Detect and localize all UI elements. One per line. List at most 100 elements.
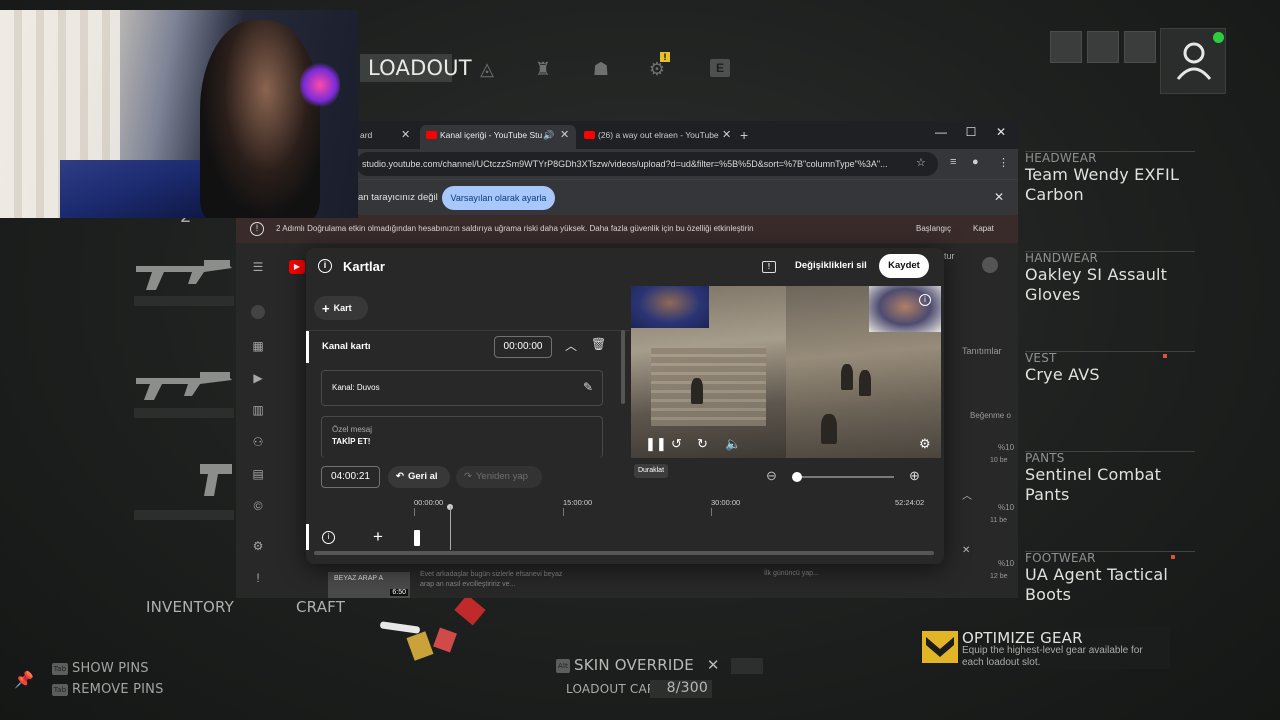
- close-window-button[interactable]: ✕: [986, 125, 1016, 139]
- analytics-icon[interactable]: ▥: [251, 403, 265, 417]
- undo-button[interactable]: ↶ Geri al: [388, 466, 450, 488]
- zoom-slider-track[interactable]: [796, 476, 894, 478]
- add-card-plus-icon[interactable]: +: [373, 527, 383, 547]
- timeline-scrollbar[interactable]: [314, 551, 934, 555]
- community-icon[interactable]: ⚇: [251, 435, 265, 449]
- browser-tab[interactable]: (26) a way out elraen - YouTube ✕: [578, 125, 736, 149]
- pistol-icon[interactable]: [196, 456, 236, 504]
- add-card-button[interactable]: + Kart: [314, 296, 368, 320]
- online-status-dot: [1213, 32, 1224, 43]
- account-avatar[interactable]: [982, 257, 998, 273]
- new-tab-button[interactable]: +: [736, 125, 756, 149]
- trash-icon[interactable]: 🗑: [591, 337, 606, 351]
- dashboard-icon[interactable]: ▦: [251, 339, 265, 353]
- character-icon[interactable]: ☗: [590, 58, 612, 80]
- rifle-icon[interactable]: [134, 360, 234, 412]
- optimize-gear-button[interactable]: OPTIMIZE GEAR Equip the highest-level ge…: [920, 627, 1170, 669]
- youtube-icon[interactable]: ▶: [289, 260, 305, 274]
- ammo-decoration: [379, 594, 500, 662]
- current-time-input[interactable]: 04:00:21: [321, 466, 380, 488]
- gear-slot-headwear[interactable]: HEADWEAR Team Wendy EXFIL Carbon: [1025, 151, 1195, 204]
- feedback-icon[interactable]: !: [251, 571, 265, 585]
- channel-card-row[interactable]: Kanal kartı 00:00:00 ︿ 🗑: [306, 331, 620, 363]
- settings-icon[interactable]: ⚙: [251, 539, 265, 553]
- loadout-capacity-value: 8/300: [650, 680, 712, 698]
- likes-pct: %10: [998, 503, 1015, 512]
- squad-slot-1[interactable]: [1050, 31, 1082, 63]
- zoom-in-icon[interactable]: ⊕: [909, 468, 920, 484]
- close-icon[interactable]: ✕: [560, 125, 569, 145]
- squad-slot-2[interactable]: [1087, 31, 1119, 63]
- gear-slot-pants[interactable]: PANTS Sentinel Combat Pants: [1025, 451, 1195, 504]
- body-armor-icon[interactable]: ♜: [532, 58, 554, 80]
- volume-icon[interactable]: 🔈: [725, 436, 741, 452]
- pencil-icon[interactable]: ✎: [583, 380, 593, 394]
- warning-close-link[interactable]: Kapat: [973, 224, 994, 233]
- ruler-label: 52:24:02: [895, 498, 925, 507]
- info-icon[interactable]: i: [919, 294, 931, 306]
- maximize-button[interactable]: ☐: [956, 125, 986, 139]
- address-bar[interactable]: studio.youtube.com/channel/UCtczzSm9WTYr…: [356, 152, 938, 176]
- settings-icon[interactable]: ⚙: [919, 436, 931, 452]
- rewind-10-icon[interactable]: ↺: [671, 436, 682, 452]
- close-icon[interactable]: ✕: [707, 656, 720, 674]
- gear-slot-handwear[interactable]: HANDWEAR Oakley SI Assault Gloves: [1025, 251, 1195, 304]
- video-duration: 6:50: [390, 589, 408, 596]
- shield-icon[interactable]: ◬: [476, 58, 498, 80]
- info-icon[interactable]: i: [318, 259, 332, 273]
- tab-title: ard: [360, 130, 373, 140]
- webcam-overlay: [0, 10, 358, 218]
- squad-slot-3[interactable]: [1124, 31, 1156, 63]
- discard-changes-button[interactable]: Değişiklikleri sil: [786, 254, 876, 278]
- info-icon[interactable]: i: [322, 531, 335, 544]
- volume-icon[interactable]: 🔊: [543, 125, 554, 145]
- panel-scrollbar[interactable]: [621, 330, 625, 404]
- craft-tab[interactable]: CRAFT: [296, 598, 345, 616]
- forward-10-icon[interactable]: ↻: [697, 436, 708, 452]
- skin-override-label: SKIN OVERRIDE: [574, 656, 694, 674]
- minimize-button[interactable]: —: [926, 125, 956, 139]
- close-icon[interactable]: ✕: [994, 190, 1004, 204]
- feedback-icon[interactable]: !: [762, 261, 776, 273]
- tab-title: (26) a way out elraen - YouTube: [598, 130, 719, 140]
- zoom-slider-handle[interactable]: [792, 472, 802, 482]
- bookmark-star-icon[interactable]: ☆: [916, 156, 926, 169]
- profile-avatar-icon[interactable]: ●: [972, 156, 979, 168]
- media-icon[interactable]: ≡: [950, 156, 956, 168]
- chevron-up-icon[interactable]: ︿: [565, 337, 577, 354]
- skin-override-toggle[interactable]: Alt SKIN OVERRIDE ✕: [556, 656, 763, 674]
- browser-tab-active[interactable]: Kanal içeriği - YouTube Stu 🔊 ✕: [420, 125, 576, 149]
- video-thumbnail[interactable]: BEYAZ ARAP A 6:50: [328, 572, 410, 598]
- remove-pins-hint[interactable]: Tab REMOVE PINS: [52, 682, 164, 697]
- card-start-time-input[interactable]: 00:00:00: [494, 336, 552, 358]
- menu-icon[interactable]: ☰: [251, 260, 265, 274]
- card-marker[interactable]: [414, 530, 420, 546]
- browser-tab[interactable]: ard ✕: [356, 125, 420, 149]
- save-button[interactable]: Kaydet: [879, 254, 929, 278]
- channel-avatar[interactable]: [251, 305, 265, 319]
- show-pins-hint[interactable]: Tab SHOW PINS: [52, 661, 149, 676]
- tab-loadout[interactable]: LOADOUT: [360, 54, 472, 82]
- more-menu-icon[interactable]: ⋮: [998, 156, 1009, 169]
- close-icon[interactable]: ✕: [401, 125, 410, 145]
- subtitles-icon[interactable]: ▤: [251, 467, 265, 481]
- content-icon[interactable]: ▶: [251, 371, 265, 385]
- custom-message-field[interactable]: Özel mesaj TAKİP ET!: [321, 416, 603, 458]
- ruler-label: 30:00:00: [711, 498, 741, 507]
- video-preview[interactable]: i ❚❚ ↺ ↻ 🔈 ⚙: [631, 286, 941, 458]
- close-icon[interactable]: ✕: [722, 125, 731, 145]
- inventory-tab[interactable]: INVENTORY: [146, 598, 234, 616]
- gear-slot-footwear[interactable]: FOOTWEAR UA Agent Tactical Boots: [1025, 551, 1195, 604]
- copyright-icon[interactable]: ©: [251, 499, 265, 513]
- skin-override-switch[interactable]: [730, 657, 763, 674]
- warning-start-link[interactable]: Başlangıç: [916, 224, 951, 233]
- gear-slot-vest[interactable]: VEST Crye AVS: [1025, 351, 1195, 395]
- chevron-up-icon[interactable]: ︿: [962, 487, 972, 502]
- set-default-button[interactable]: Varsayılan olarak ayarla: [442, 186, 555, 210]
- channel-field[interactable]: Kanal: Duvos ✎: [321, 370, 603, 406]
- zoom-out-icon[interactable]: ⊖: [766, 468, 777, 484]
- pause-button[interactable]: ❚❚: [645, 436, 667, 452]
- rifle-icon[interactable]: [134, 246, 234, 298]
- close-icon[interactable]: ✕: [962, 545, 970, 556]
- redo-button[interactable]: ↷ Yeniden yap: [456, 466, 542, 488]
